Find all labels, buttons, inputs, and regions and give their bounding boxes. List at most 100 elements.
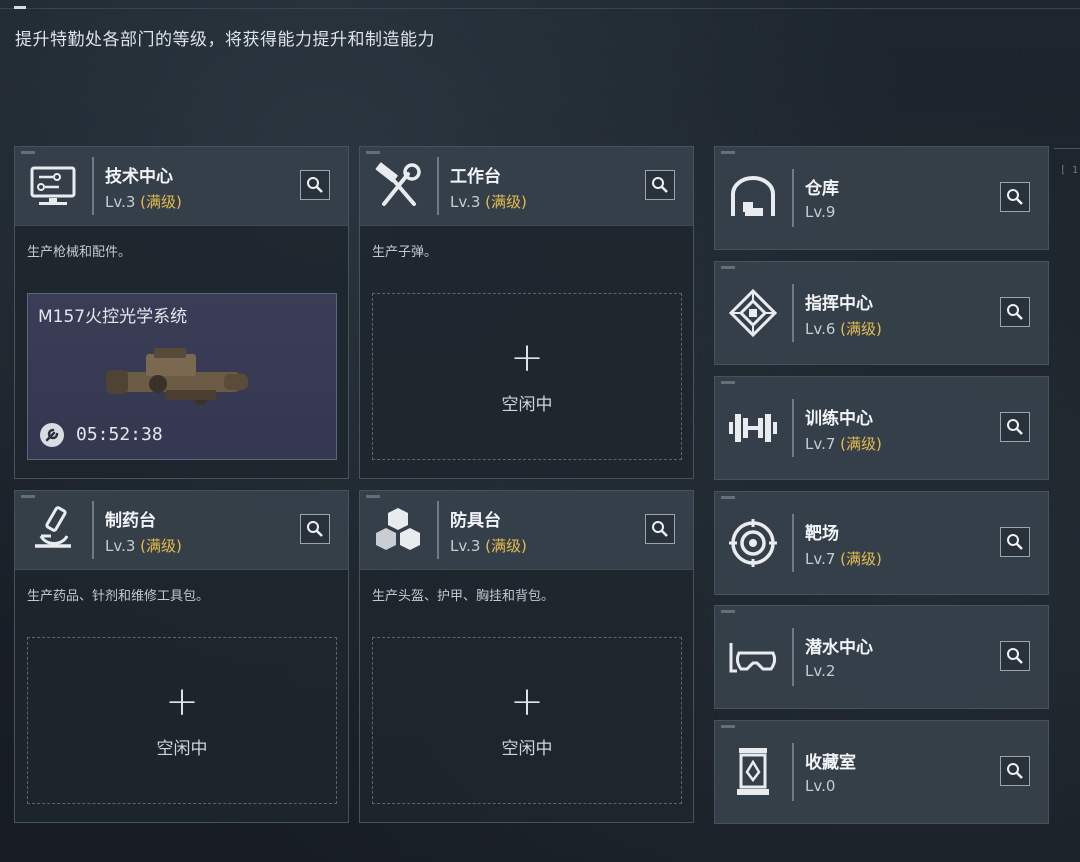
card-header: 制药台 Lv.3 (满级) bbox=[15, 491, 348, 570]
command-chip-icon bbox=[727, 287, 779, 339]
edge-code: [ 1 bbox=[1059, 165, 1078, 176]
search-icon bbox=[1007, 648, 1023, 664]
facility-name: 防具台 bbox=[450, 511, 501, 531]
level-value: Lv.7 bbox=[805, 550, 836, 568]
production-slot[interactable]: M157火控光学系统 05:52:38 bbox=[27, 293, 337, 460]
card-header: 收藏室 Lv.0 bbox=[715, 721, 1048, 823]
right-edge-decoration: [ 1 bbox=[1054, 148, 1080, 187]
header-divider bbox=[792, 169, 794, 227]
level-value: Lv.3 bbox=[450, 537, 481, 555]
max-level-badge: (满级) bbox=[840, 320, 882, 338]
search-icon bbox=[652, 521, 668, 537]
production-slot-empty[interactable]: + 空闲中 bbox=[27, 637, 337, 804]
search-icon bbox=[1007, 304, 1023, 320]
header-divider bbox=[437, 157, 439, 215]
producing-item-name: M157火控光学系统 bbox=[38, 307, 188, 327]
search-icon bbox=[1007, 534, 1023, 550]
inspect-button[interactable] bbox=[645, 170, 675, 200]
facility-level: Lv.2 bbox=[805, 662, 835, 680]
hammer-wrench-icon bbox=[372, 160, 424, 212]
warehouse-icon bbox=[727, 172, 779, 224]
search-icon bbox=[307, 177, 323, 193]
facility-level: Lv.7 (满级) bbox=[805, 433, 882, 454]
header-divider bbox=[792, 628, 794, 686]
card-tag bbox=[366, 495, 380, 498]
facility-card-workbench[interactable]: 工作台 Lv.3 (满级) 生产子弹。 + 空闲中 bbox=[359, 146, 694, 479]
wrench-timer-icon bbox=[39, 422, 65, 448]
facility-card-shooting-range[interactable]: 靶场 Lv.7 (满级) bbox=[714, 491, 1049, 595]
facility-level: Lv.9 bbox=[805, 203, 835, 221]
armor-boxes-icon bbox=[372, 504, 424, 556]
facility-card-collection-room[interactable]: 收藏室 Lv.0 bbox=[714, 720, 1049, 824]
facility-card-command-center[interactable]: 指挥中心 Lv.6 (满级) bbox=[714, 261, 1049, 365]
search-icon bbox=[652, 177, 668, 193]
card-tag bbox=[721, 151, 735, 154]
microscope-icon bbox=[27, 504, 79, 556]
card-tag bbox=[721, 266, 735, 269]
max-level-badge: (满级) bbox=[485, 193, 527, 211]
card-header: 仓库 Lv.9 bbox=[715, 147, 1048, 249]
inspect-button[interactable] bbox=[1000, 182, 1030, 212]
inspect-button[interactable] bbox=[645, 514, 675, 544]
facility-description: 生产头盔、护甲、胸挂和背包。 bbox=[372, 589, 555, 604]
card-tag bbox=[721, 725, 735, 728]
diving-mask-icon bbox=[727, 631, 779, 683]
header-divider bbox=[792, 284, 794, 342]
inspect-button[interactable] bbox=[1000, 756, 1030, 786]
facility-card-tech-center[interactable]: 技术中心 Lv.3 (满级) 生产枪械和配件。 M157火控光学系统 05:52… bbox=[14, 146, 349, 479]
max-level-badge: (满级) bbox=[140, 193, 182, 211]
facility-level: Lv.3 (满级) bbox=[105, 191, 182, 212]
facility-level: Lv.6 (满级) bbox=[805, 318, 882, 339]
production-slot-empty[interactable]: + 空闲中 bbox=[372, 637, 682, 804]
facility-name: 靶场 bbox=[805, 524, 839, 544]
facility-card-training-center[interactable]: 训练中心 Lv.7 (满级) bbox=[714, 376, 1049, 480]
card-header: 潜水中心 Lv.2 bbox=[715, 606, 1048, 708]
production-timer: 05:52:38 bbox=[76, 424, 163, 445]
facility-card-warehouse[interactable]: 仓库 Lv.9 bbox=[714, 146, 1049, 250]
card-header: 训练中心 Lv.7 (满级) bbox=[715, 377, 1048, 479]
inspect-button[interactable] bbox=[1000, 412, 1030, 442]
card-tag bbox=[21, 495, 35, 498]
card-header: 靶场 Lv.7 (满级) bbox=[715, 492, 1048, 594]
header-divider bbox=[437, 501, 439, 559]
facility-description: 生产枪械和配件。 bbox=[27, 245, 132, 260]
top-marker bbox=[14, 6, 26, 9]
max-level-badge: (满级) bbox=[840, 550, 882, 568]
inspect-button[interactable] bbox=[300, 170, 330, 200]
facility-name: 技术中心 bbox=[105, 167, 173, 187]
header-divider bbox=[792, 514, 794, 572]
header-divider bbox=[792, 399, 794, 457]
card-tag bbox=[366, 151, 380, 154]
add-production-icon: + bbox=[510, 335, 544, 381]
facility-card-pharmacy[interactable]: 制药台 Lv.3 (满级) 生产药品、针剂和维修工具包。 + 空闲中 bbox=[14, 490, 349, 823]
max-level-badge: (满级) bbox=[485, 537, 527, 555]
inspect-button[interactable] bbox=[1000, 297, 1030, 327]
facility-card-armor-bench[interactable]: 防具台 Lv.3 (满级) 生产头盔、护甲、胸挂和背包。 + 空闲中 bbox=[359, 490, 694, 823]
add-production-icon: + bbox=[510, 679, 544, 725]
facility-name: 潜水中心 bbox=[805, 638, 873, 658]
search-icon bbox=[1007, 419, 1023, 435]
inspect-button[interactable] bbox=[300, 514, 330, 544]
header-divider bbox=[92, 501, 94, 559]
header-divider bbox=[792, 743, 794, 801]
search-icon bbox=[1007, 189, 1023, 205]
max-level-badge: (满级) bbox=[140, 537, 182, 555]
facility-level: Lv.3 (满级) bbox=[450, 191, 527, 212]
facility-level: Lv.7 (满级) bbox=[805, 548, 882, 569]
inspect-button[interactable] bbox=[1000, 527, 1030, 557]
facility-level: Lv.3 (满级) bbox=[450, 535, 527, 556]
idle-label: 空闲中 bbox=[501, 395, 553, 415]
card-header: 指挥中心 Lv.6 (满级) bbox=[715, 262, 1048, 364]
facility-level: Lv.0 bbox=[805, 777, 835, 795]
level-value: Lv.0 bbox=[805, 777, 836, 795]
idle-label: 空闲中 bbox=[156, 739, 208, 759]
top-divider bbox=[0, 8, 1080, 9]
target-icon bbox=[727, 517, 779, 569]
facility-card-diving-center[interactable]: 潜水中心 Lv.2 bbox=[714, 605, 1049, 709]
level-value: Lv.9 bbox=[805, 203, 836, 221]
inspect-button[interactable] bbox=[1000, 641, 1030, 671]
facility-name: 指挥中心 bbox=[805, 294, 873, 314]
level-value: Lv.3 bbox=[105, 537, 136, 555]
add-production-icon: + bbox=[165, 679, 199, 725]
production-slot-empty[interactable]: + 空闲中 bbox=[372, 293, 682, 460]
